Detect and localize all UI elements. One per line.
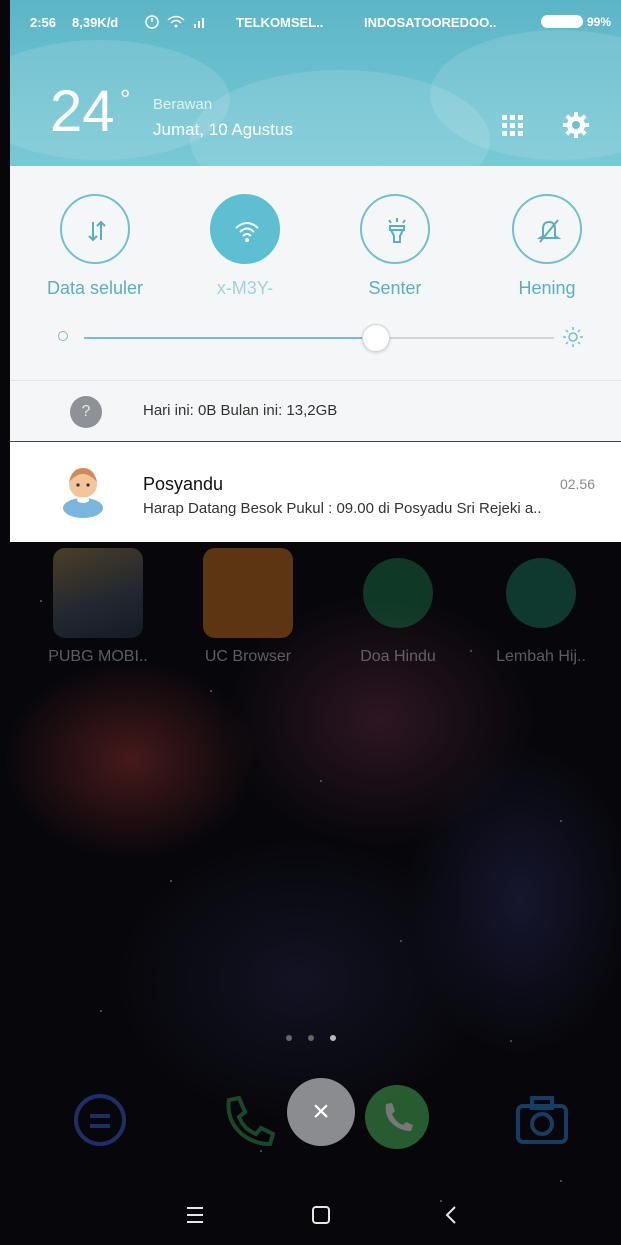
uc-browser-app-icon <box>203 548 293 638</box>
app-label: PUBG MOBI.. <box>48 648 148 665</box>
camera-dock-icon[interactable] <box>512 1090 572 1150</box>
divider <box>10 380 621 381</box>
flashlight-toggle[interactable] <box>360 194 430 264</box>
brightness-low-icon <box>58 331 68 341</box>
weather-condition: Berawan <box>153 96 213 113</box>
baby-icon <box>63 468 103 518</box>
phone-dock-icon[interactable] <box>215 1090 275 1150</box>
app-uc-browser[interactable]: UC Browser <box>188 548 308 666</box>
carrier-2: INDOSATOOREDOO.. <box>364 15 497 30</box>
data-usage-text[interactable]: Hari ini: 0B Bulan ini: 13,2GB <box>143 402 337 419</box>
alarm-wifi-signal-icon <box>145 15 204 29</box>
brightness-high-icon <box>563 327 583 347</box>
date-text[interactable]: Jumat, 10 Agustus <box>153 120 293 140</box>
flashlight-label: Senter <box>368 278 422 298</box>
messages-dock-icon[interactable] <box>70 1090 130 1150</box>
carrier-1: TELKOMSEL.. <box>236 15 324 30</box>
app-lembah-hijau[interactable]: Lembah Hij.. <box>481 548 601 666</box>
notification-title: Posyandu <box>143 474 224 494</box>
gear-icon[interactable] <box>562 111 590 139</box>
mobile-data-icon <box>88 220 106 242</box>
wifi-label: x-M3Y- <box>216 278 274 298</box>
flashlight-icon <box>388 218 406 243</box>
notification-time: 02.56 <box>559 476 595 492</box>
degree-symbol: ° <box>120 84 131 114</box>
temperature[interactable]: 24 <box>50 82 115 142</box>
page-dot <box>307 1035 314 1041</box>
home-icon[interactable] <box>296 1195 346 1235</box>
page-indicator <box>0 1028 621 1046</box>
battery-percent: 99% <box>587 15 612 29</box>
wifi-icon <box>235 222 259 242</box>
grid-icon[interactable] <box>500 113 524 137</box>
close-notification-shade-button[interactable]: × <box>287 1078 355 1146</box>
battery-icon <box>541 15 583 28</box>
app-pubg[interactable]: PUBG MOBI.. <box>38 548 158 666</box>
status-time: 2:56 <box>30 15 57 30</box>
notification-body: Harap Datang Besok Pukul : 09.00 di Posy… <box>143 500 542 517</box>
notification-posyandu[interactable]: Posyandu 02.56 Harap Datang Besok Pukul … <box>10 442 621 542</box>
page-dot <box>285 1035 292 1041</box>
brightness-slider-thumb[interactable] <box>362 324 390 352</box>
silent-bell-icon <box>536 219 562 243</box>
app-label: UC Browser <box>204 648 292 665</box>
app-label: Lembah Hij.. <box>496 648 586 665</box>
om-app-icon <box>363 558 433 628</box>
mobile-data-toggle[interactable] <box>60 194 130 264</box>
data-usage-icon: ? <box>70 396 102 428</box>
back-icon[interactable] <box>426 1195 476 1235</box>
pubg-app-icon <box>53 548 143 638</box>
mobile-data-label: Data seluler <box>46 278 144 298</box>
brightness-slider[interactable] <box>84 337 554 339</box>
app-label: Doa Hindu <box>360 648 436 665</box>
notification-shade: 2:56 8,39K/d TELKOMSEL.. INDOSATOOREDOO.… <box>10 0 621 542</box>
menu-icon[interactable] <box>170 1195 220 1235</box>
silent-label: Hening <box>518 278 576 298</box>
page-dot-active <box>329 1035 336 1041</box>
whatsapp-dock-icon[interactable] <box>362 1082 432 1152</box>
status-bar: 2:56 8,39K/d TELKOMSEL.. INDOSATOOREDOO.… <box>10 0 621 46</box>
shade-header: 2:56 8,39K/d TELKOMSEL.. INDOSATOOREDOO.… <box>10 0 621 166</box>
silent-toggle[interactable] <box>512 194 582 264</box>
wifi-toggle[interactable] <box>210 194 280 264</box>
navigation-bar <box>0 1185 621 1245</box>
app-doa-hindu[interactable]: Doa Hindu <box>338 548 458 666</box>
android-app-icon <box>506 558 576 628</box>
network-speed: 8,39K/d <box>72 15 119 30</box>
